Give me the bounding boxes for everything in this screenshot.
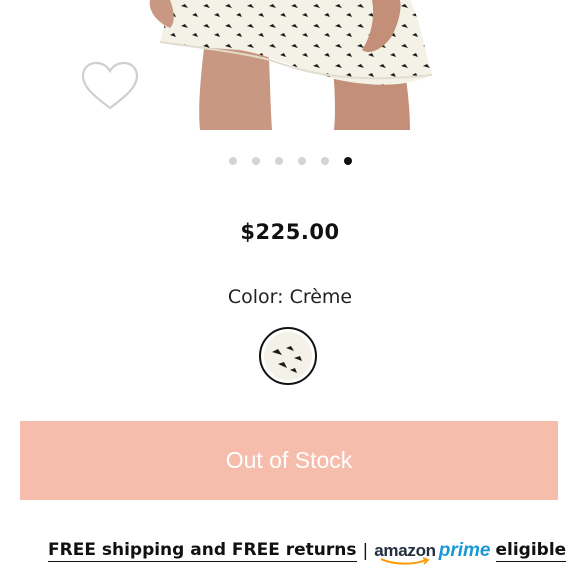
product-image[interactable] <box>0 0 580 130</box>
prime-wordmark: prime <box>438 540 491 561</box>
color-label: Color: Crème <box>227 286 353 308</box>
carousel-dot-5[interactable] <box>320 157 329 165</box>
swatch-pattern <box>264 332 312 380</box>
carousel-dots <box>0 155 580 167</box>
carousel-dot-6[interactable] <box>343 157 352 165</box>
heart-icon[interactable] <box>80 60 140 112</box>
amazon-prime-logo: amazon prime <box>374 540 491 565</box>
carousel-dot-3[interactable] <box>274 157 283 165</box>
color-swatch[interactable] <box>259 327 317 385</box>
carousel-dot-4[interactable] <box>297 157 306 165</box>
smile-icon <box>380 557 430 565</box>
product-price: $225.00 <box>240 220 340 244</box>
carousel-dot-1[interactable] <box>228 157 237 165</box>
shipping-banner: FREE shipping and FREE returns | amazon … <box>48 536 567 566</box>
separator: | <box>362 541 369 561</box>
carousel-dot-2[interactable] <box>251 157 260 165</box>
out-of-stock-button[interactable]: Out of Stock <box>20 421 558 500</box>
prime-eligible-link[interactable]: eligible <box>495 540 567 562</box>
free-shipping-link[interactable]: FREE shipping and FREE returns <box>48 540 357 562</box>
